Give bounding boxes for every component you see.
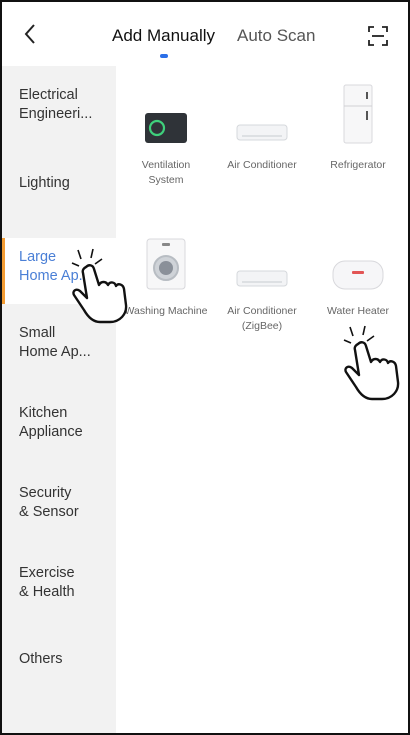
sidebar-item-large-home-appliance[interactable]: Large Home Ap... xyxy=(2,238,116,304)
device-water-heater[interactable]: Water Heater xyxy=(310,238,406,319)
scan-button[interactable] xyxy=(366,24,390,48)
device-refrigerator[interactable]: Refrigerator xyxy=(310,84,406,173)
device-air-conditioner-zigbee[interactable]: Air Conditioner (ZigBee) xyxy=(214,238,310,334)
tab-auto-scan[interactable]: Auto Scan xyxy=(237,26,315,46)
sidebar-item-security-sensor[interactable]: Security & Sensor xyxy=(2,484,116,534)
device-name: Air Conditioner xyxy=(227,159,297,171)
sidebar-item-kitchen-appliance[interactable]: Kitchen Appliance xyxy=(2,404,116,454)
sidebar-item-label: Exercise & Health xyxy=(19,565,75,600)
sidebar-item-exercise-health[interactable]: Exercise & Health xyxy=(2,564,116,614)
device-washing-machine[interactable]: Washing Machine xyxy=(118,238,214,319)
device-name: Water Heater xyxy=(326,305,390,317)
device-name: Refrigerator xyxy=(330,159,386,171)
sidebar-item-label: Kitchen Appliance xyxy=(19,405,83,440)
sidebar-item-label: Large Home Ap... xyxy=(19,249,91,284)
sidebar-item-label: Small Home Ap... xyxy=(19,325,91,360)
sidebar-item-label: Lighting xyxy=(19,175,70,191)
sidebar-item-electrical-engineering[interactable]: Electrical Engineeri... xyxy=(2,86,116,146)
sidebar-item-small-home-appliance[interactable]: Small Home Ap... xyxy=(2,324,116,374)
tab-add-manually[interactable]: Add Manually xyxy=(112,26,216,58)
active-tab-indicator xyxy=(159,54,168,58)
device-ventilation-system[interactable]: Ventilation System xyxy=(118,92,214,188)
sidebar-item-lighting[interactable]: Lighting xyxy=(2,174,116,214)
sidebar-item-label: Electrical Engineeri... xyxy=(19,87,93,122)
scan-icon xyxy=(368,26,388,46)
water-heater-icon xyxy=(332,260,384,290)
chevron-left-icon xyxy=(24,24,35,44)
tab-add-manually-label: Add Manually xyxy=(112,26,216,45)
device-name: Air Conditioner (ZigBee) xyxy=(227,305,297,332)
device-air-conditioner[interactable]: Air Conditioner xyxy=(214,92,310,173)
sidebar-item-label: Security & Sensor xyxy=(19,485,79,520)
tab-bar: Add Manually Auto Scan xyxy=(112,26,315,58)
selected-marker xyxy=(2,238,5,304)
sidebar-item-label: Others xyxy=(19,651,63,667)
air-conditioner-icon xyxy=(236,124,288,141)
washing-machine-icon xyxy=(146,238,186,290)
header: Add Manually Auto Scan xyxy=(2,2,408,66)
device-grid: Ventilation System Air Conditioner Refri… xyxy=(116,66,408,733)
app-window: Add Manually Auto Scan Electrical Engine… xyxy=(0,0,410,735)
refrigerator-icon xyxy=(343,84,373,144)
ventilation-system-icon xyxy=(145,113,187,143)
category-sidebar: Electrical Engineeri... Lighting Large H… xyxy=(2,66,116,733)
air-conditioner-zigbee-icon xyxy=(236,270,288,287)
sidebar-item-others[interactable]: Others xyxy=(2,650,116,680)
tab-auto-scan-label: Auto Scan xyxy=(237,26,316,45)
device-name: Ventilation System xyxy=(141,159,191,186)
device-name: Washing Machine xyxy=(124,305,208,317)
back-button[interactable] xyxy=(16,20,44,48)
